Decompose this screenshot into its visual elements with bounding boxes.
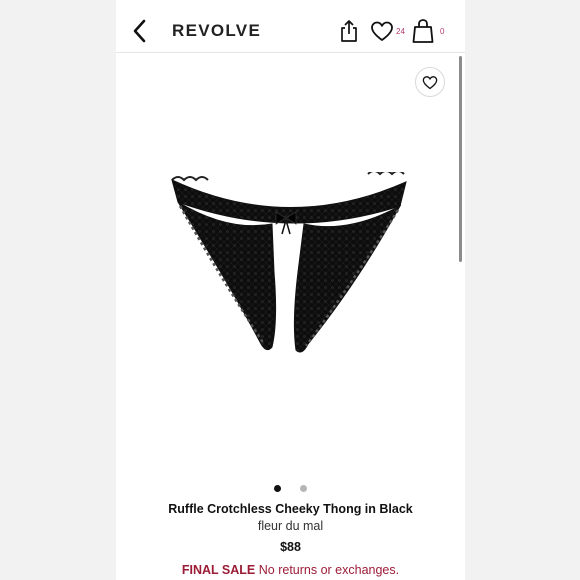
heart-outline-icon xyxy=(422,75,438,89)
shopping-bag-button[interactable] xyxy=(412,18,434,44)
final-sale-label: FINAL SALE xyxy=(181,563,256,577)
shopping-bag-icon xyxy=(412,19,434,43)
product-page: REVOLVE 24 0 Ruffle Crotchless Cheeky Th… xyxy=(116,0,465,580)
top-navigation-bar: REVOLVE 24 0 xyxy=(116,0,465,53)
heart-icon xyxy=(371,21,393,41)
brand-logo[interactable]: REVOLVE xyxy=(172,21,261,41)
share-icon xyxy=(341,20,357,42)
carousel-dot-active[interactable] xyxy=(274,485,281,492)
carousel-dot[interactable] xyxy=(300,485,307,492)
favorite-button[interactable] xyxy=(415,67,445,97)
final-sale-notice: FINAL SALE No returns or exchanges. xyxy=(116,563,465,577)
returns-policy-text: No returns or exchanges. xyxy=(258,563,400,577)
chevron-left-icon xyxy=(133,19,146,43)
product-title: Ruffle Crotchless Cheeky Thong in Black xyxy=(168,502,413,516)
image-carousel-indicator xyxy=(116,485,465,493)
bag-count-badge: 0 xyxy=(440,27,445,36)
share-button[interactable] xyxy=(338,19,360,43)
product-price: $88 xyxy=(280,540,301,554)
product-brand-link[interactable]: fleur du mal xyxy=(116,519,465,533)
wishlist-button[interactable] xyxy=(370,20,394,42)
scrollbar[interactable] xyxy=(459,56,462,262)
back-button[interactable] xyxy=(130,18,150,44)
wishlist-count-badge: 24 xyxy=(396,27,405,36)
lace-thong-illustration xyxy=(171,170,407,353)
product-image[interactable] xyxy=(168,170,408,357)
